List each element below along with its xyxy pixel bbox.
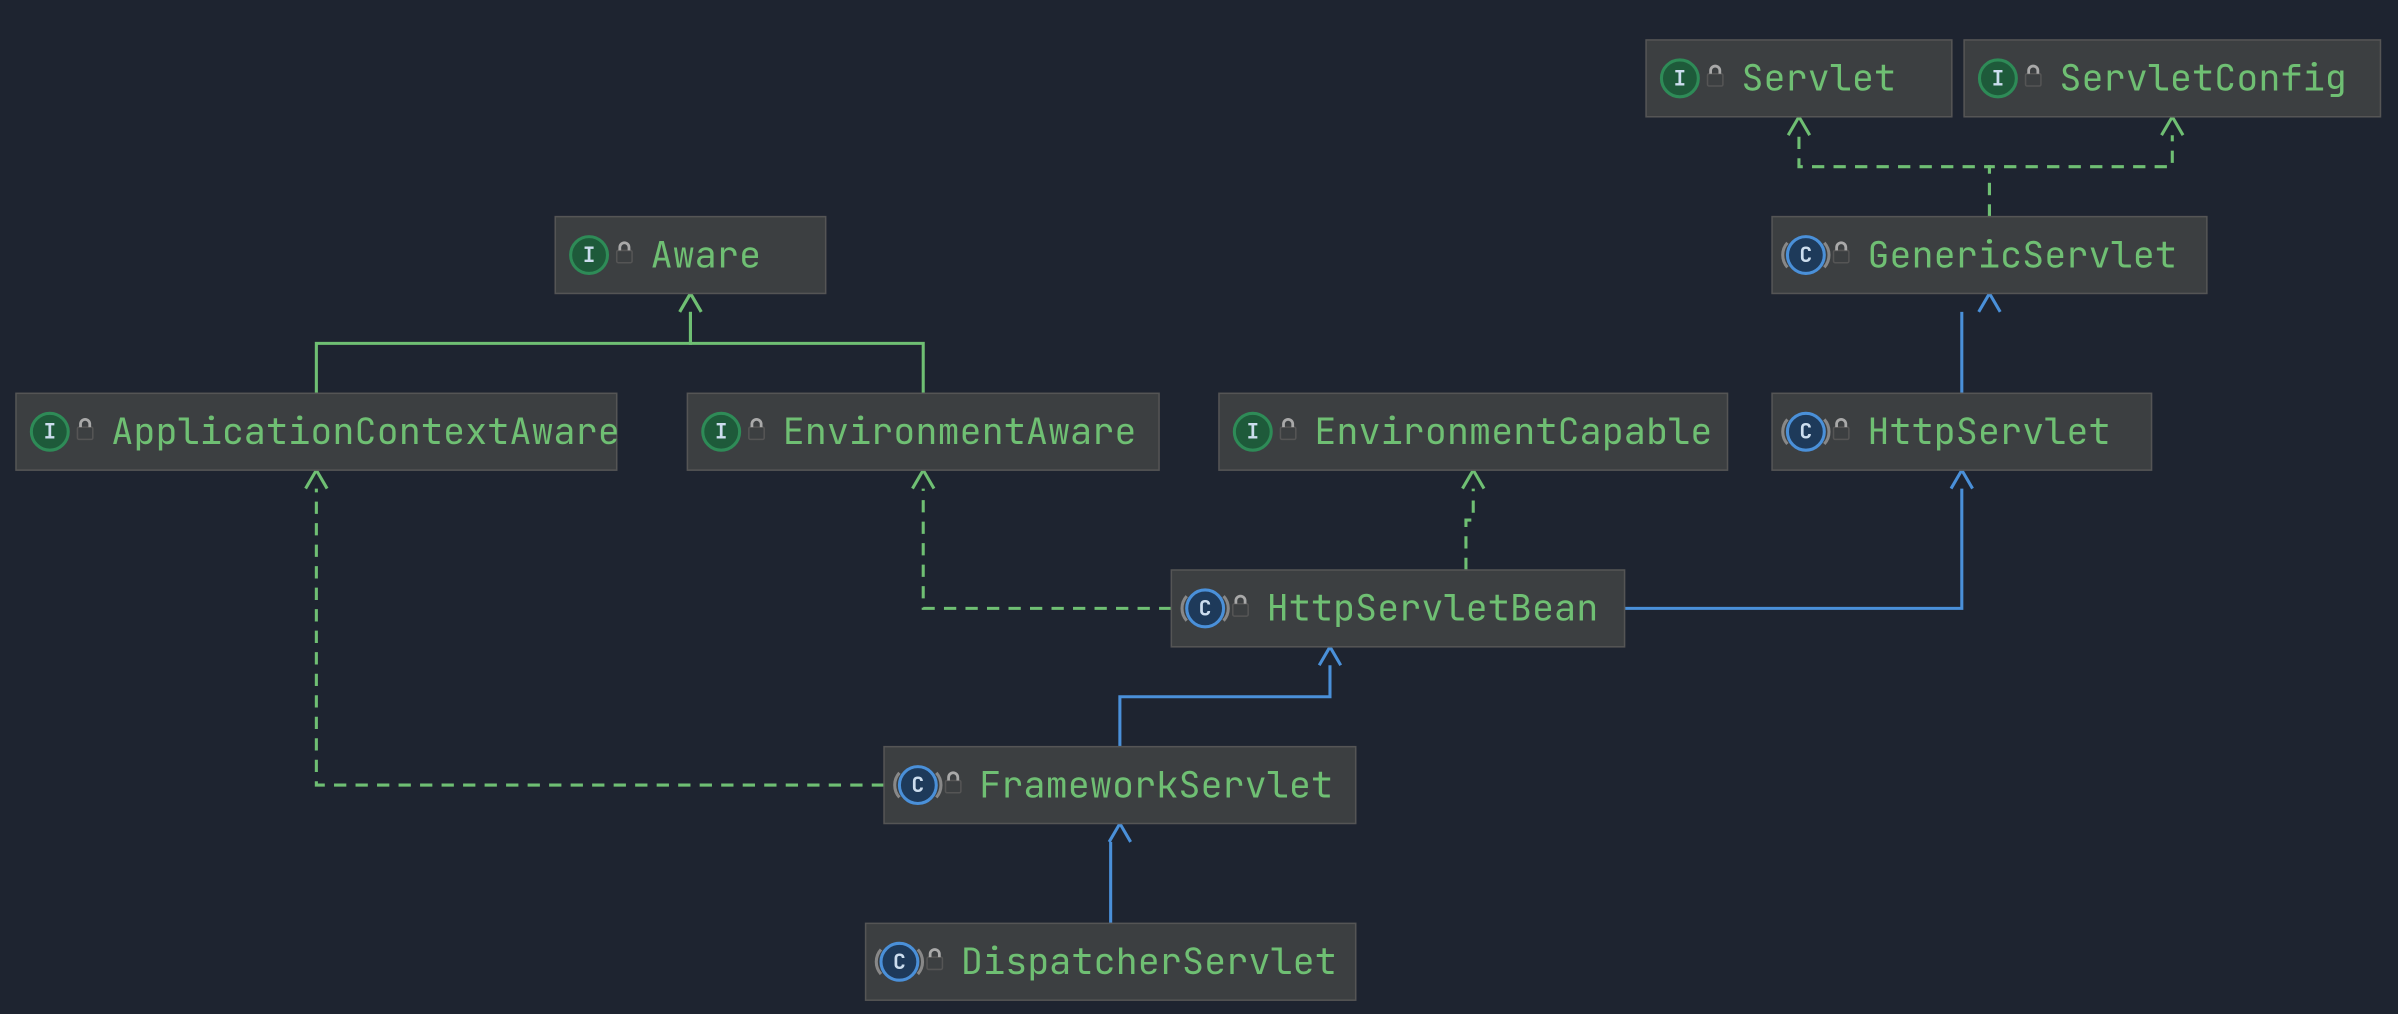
node-appCtxAware[interactable]: I ApplicationContextAware [16, 393, 620, 470]
node-dispatcherServlet[interactable]: C DispatcherServlet [866, 923, 1356, 1000]
edge-frameworkServlet-appCtxAware [306, 470, 884, 785]
svg-text:I: I [715, 418, 728, 446]
edge-httpServletBean-envAware [912, 470, 1171, 608]
svg-text:C: C [1199, 594, 1212, 622]
node-label-dispatcherServlet: DispatcherServlet [961, 937, 1337, 986]
edge-frameworkServlet-httpServletBean [1120, 647, 1341, 747]
node-label-aware: Aware [651, 230, 762, 279]
node-label-httpServletBean: HttpServletBean [1267, 584, 1599, 633]
edge-genericServlet-servletConfig [1989, 117, 2183, 217]
node-frameworkServlet[interactable]: C FrameworkServlet [884, 747, 1356, 824]
svg-text:C: C [1799, 241, 1812, 269]
svg-text:I: I [1991, 64, 2004, 92]
svg-text:I: I [583, 241, 596, 269]
edge-httpServlet-genericServlet [1962, 293, 2000, 393]
node-label-envAware: EnvironmentAware [783, 407, 1137, 456]
edge-httpServletBean-envCapable [1462, 470, 1484, 570]
node-genericServlet[interactable]: C GenericServlet [1772, 217, 2207, 294]
node-servletConfig[interactable]: I ServletConfig [1964, 40, 2380, 117]
class-diagram: I Servlet I ServletConfig C GenericServlet I Aw… [0, 0, 2398, 1014]
edge-dispatcherServlet-frameworkServlet [1109, 823, 1131, 923]
edge-envAware-aware [680, 293, 924, 393]
node-httpServletBean[interactable]: C HttpServletBean [1171, 570, 1624, 647]
node-label-envCapable: EnvironmentCapable [1314, 407, 1712, 456]
svg-text:I: I [1673, 64, 1686, 92]
node-envAware[interactable]: I EnvironmentAware [687, 393, 1159, 470]
svg-text:I: I [43, 418, 56, 446]
edge-genericServlet-servlet [1788, 117, 1989, 217]
svg-text:C: C [911, 771, 924, 799]
node-label-appCtxAware: ApplicationContextAware [111, 407, 620, 456]
node-label-servlet: Servlet [1741, 54, 1896, 103]
node-label-genericServlet: GenericServlet [1867, 230, 2177, 279]
node-label-httpServlet: HttpServlet [1867, 407, 2110, 456]
svg-text:C: C [893, 948, 906, 976]
node-httpServlet[interactable]: C HttpServlet [1772, 393, 2151, 470]
node-servlet[interactable]: I Servlet [1646, 40, 1952, 117]
svg-text:C: C [1799, 418, 1812, 446]
edge-appCtxAware-aware [316, 293, 701, 393]
node-envCapable[interactable]: I EnvironmentCapable [1219, 393, 1728, 470]
edge-httpServletBean-httpServlet [1625, 470, 1973, 608]
svg-text:I: I [1246, 418, 1259, 446]
node-aware[interactable]: I Aware [555, 217, 825, 294]
node-label-frameworkServlet: FrameworkServlet [979, 760, 1333, 809]
node-label-servletConfig: ServletConfig [2059, 54, 2347, 103]
